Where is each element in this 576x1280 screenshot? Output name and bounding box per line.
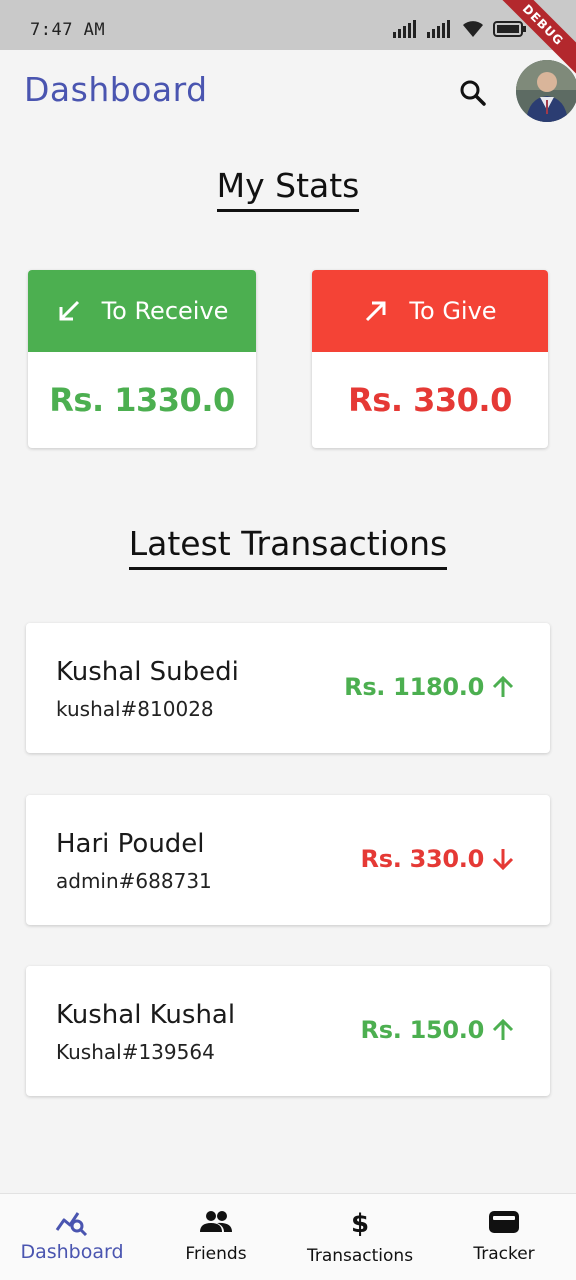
transactions-title: Latest Transactions [128,524,448,570]
transaction-card[interactable]: Hari Poudel admin#688731 Rs. 330.0 [26,795,550,925]
transaction-handle: Kushal#139564 [56,1040,215,1064]
transaction-name: Kushal Kushal [56,1000,236,1030]
status-time: 7:47 AM [30,20,106,40]
cellular-signal-icon [392,20,416,38]
nav-item-tracker[interactable]: Tracker [432,1194,576,1280]
svg-text:$: $ [351,1209,369,1238]
transaction-amount-group: Rs. 150.0 [361,1016,516,1044]
transaction-handle: admin#688731 [56,869,212,893]
page-title: Dashboard [24,70,208,109]
search-button[interactable] [454,74,492,112]
transaction-name: Kushal Subedi [56,657,239,687]
app-bar: Dashboard [0,50,576,134]
transaction-amount: Rs. 330.0 [360,845,485,873]
transaction-amount-group: Rs. 330.0 [361,845,516,873]
transaction-handle: kushal#810028 [56,697,214,721]
arrow-up-icon [492,675,514,697]
nav-item-friends[interactable]: Friends [144,1194,288,1280]
to-receive-header: To Receive [28,270,256,352]
to-receive-card[interactable]: To Receive Rs. 1330.0 [28,270,256,448]
search-icon [460,80,486,106]
to-give-header: To Give [312,270,548,352]
arrow-down-icon [492,849,514,871]
nav-item-transactions[interactable]: $ Transactions [288,1194,432,1280]
dashboard-chart-icon [55,1212,88,1236]
arrow-up-icon [492,1018,514,1040]
people-icon [200,1211,232,1232]
to-give-amount: Rs. 330.0 [348,381,512,419]
arrow-up-right-icon [366,301,386,322]
stats-title: My Stats [216,166,360,212]
transactions-heading: Latest Transactions [0,524,576,570]
user-photo-icon [516,60,576,122]
transaction-name: Hari Poudel [56,829,205,859]
transaction-amount: Rs. 150.0 [360,1016,485,1044]
nav-label-tracker: Tracker [473,1244,535,1264]
nav-label-transactions: Transactions [306,1246,414,1266]
transaction-amount-group: Rs. 1180.0 [344,673,516,701]
stats-heading: My Stats [0,166,576,212]
battery-icon [492,21,526,37]
arrow-down-left-icon [59,300,79,321]
cellular-signal-2-icon [426,20,450,38]
wallet-icon [489,1211,519,1233]
dollar-icon: $ [351,1209,369,1238]
status-bar: 7:47 AM 98 DEBUG [0,0,576,86]
to-receive-label: To Receive [101,297,229,325]
to-receive-amount: Rs. 1330.0 [49,381,235,419]
wifi-icon [462,21,483,37]
to-give-card[interactable]: To Give Rs. 330.0 [312,270,548,448]
avatar[interactable] [516,60,576,122]
transaction-card[interactable]: Kushal Subedi kushal#810028 Rs. 1180.0 [26,623,550,753]
nav-item-dashboard[interactable]: Dashboard [0,1194,144,1280]
nav-label-friends: Friends [185,1244,247,1264]
transaction-amount: Rs. 1180.0 [344,673,484,701]
bottom-nav: Dashboard Friends $ Transactions Tracker [0,1193,576,1280]
to-give-label: To Give [409,297,497,325]
transaction-card[interactable]: Kushal Kushal Kushal#139564 Rs. 150.0 [26,966,550,1096]
nav-label-dashboard: Dashboard [20,1241,124,1263]
